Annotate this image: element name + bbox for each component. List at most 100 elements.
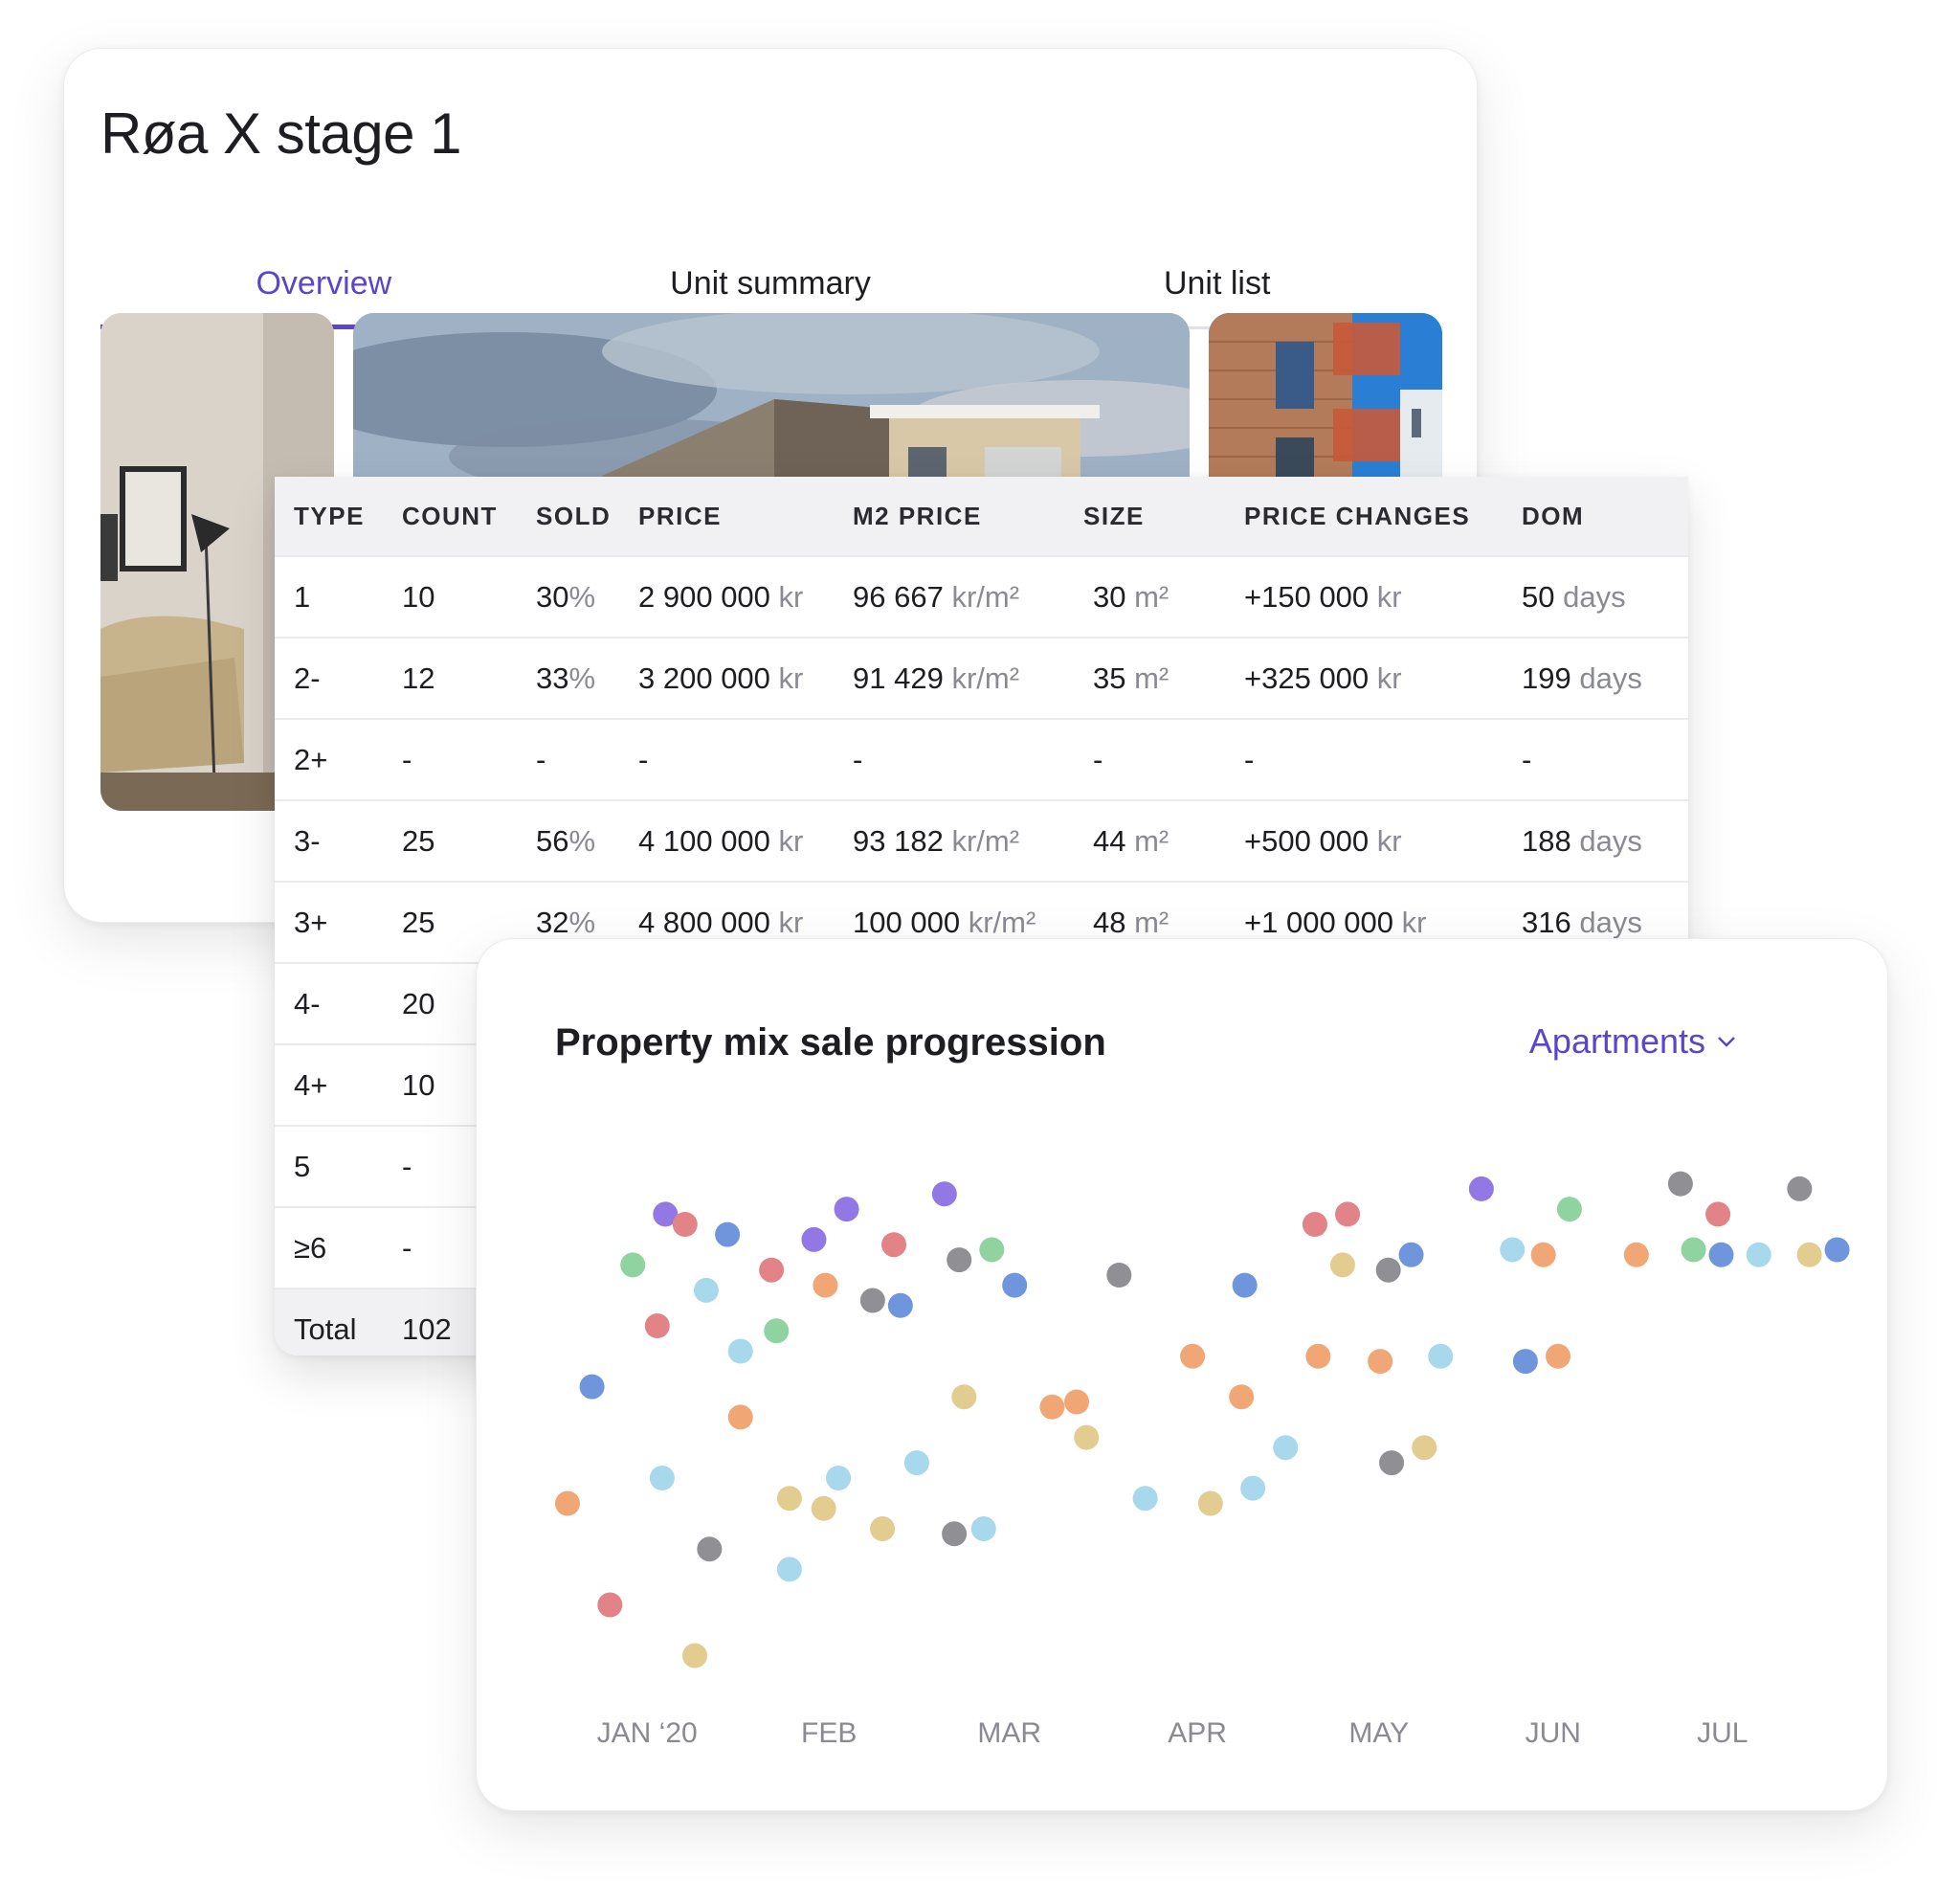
data-point[interactable] [1329, 1252, 1355, 1278]
data-point[interactable] [649, 1466, 675, 1490]
cell-price: 3 200 000 kr [638, 661, 803, 696]
table-row[interactable]: 2+ - - - - - - - [275, 718, 1688, 799]
project-title: Røa X stage 1 [100, 101, 462, 166]
data-point[interactable] [1428, 1343, 1454, 1369]
table-row[interactable]: 1 10 30% 2 900 000 kr 96 667 kr/m² 30 m²… [275, 555, 1688, 637]
data-point[interactable] [947, 1247, 972, 1273]
x-axis-tick: JAN ‘20 [597, 1717, 698, 1749]
data-point[interactable] [764, 1318, 790, 1344]
cell-count: 20 [402, 986, 435, 1020]
property-type-dropdown[interactable]: Apartments [1529, 1021, 1736, 1062]
data-point[interactable] [979, 1237, 1005, 1263]
data-point[interactable] [727, 1338, 753, 1364]
data-point[interactable] [1302, 1212, 1327, 1237]
data-point[interactable] [1039, 1394, 1065, 1420]
data-point[interactable] [826, 1466, 852, 1490]
data-point[interactable] [1468, 1176, 1494, 1201]
tab-unit-list[interactable]: Unit list [993, 219, 1440, 326]
data-point[interactable] [1375, 1257, 1401, 1283]
th-sold[interactable]: SOLD [536, 502, 611, 531]
data-point[interactable] [693, 1277, 719, 1303]
data-point[interactable] [1106, 1263, 1132, 1288]
data-point[interactable] [672, 1212, 698, 1237]
data-point[interactable] [1064, 1389, 1089, 1415]
data-point[interactable] [1379, 1450, 1405, 1476]
unit: kr/m² [951, 579, 1020, 614]
cell-count: - [402, 1149, 412, 1183]
data-point[interactable] [682, 1643, 707, 1669]
data-point[interactable] [1197, 1490, 1223, 1516]
data-point[interactable] [1746, 1242, 1771, 1267]
data-point[interactable] [1240, 1475, 1266, 1501]
data-point[interactable] [715, 1221, 741, 1247]
data-point[interactable] [1623, 1242, 1649, 1267]
data-point[interactable] [776, 1486, 802, 1512]
th-count[interactable]: COUNT [402, 502, 498, 531]
data-point[interactable] [579, 1374, 605, 1400]
data-point[interactable] [811, 1495, 836, 1521]
th-dom[interactable]: DOM [1522, 502, 1584, 531]
cell-count: 25 [402, 905, 435, 939]
data-point[interactable] [1132, 1486, 1158, 1512]
cell-size: 48 m² [1093, 906, 1169, 940]
data-point[interactable] [1398, 1242, 1424, 1267]
data-point[interactable] [801, 1226, 827, 1252]
data-point[interactable] [1530, 1242, 1556, 1267]
data-point[interactable] [881, 1232, 907, 1258]
data-point[interactable] [1305, 1343, 1331, 1369]
tab-unit-summary[interactable]: Unit summary [547, 219, 994, 326]
data-point[interactable] [597, 1592, 623, 1618]
data-point[interactable] [1412, 1435, 1437, 1461]
th-type[interactable]: TYPE [294, 502, 365, 531]
table-row[interactable]: 3- 25 56% 4 100 000 kr 93 182 kr/m² 44 m… [275, 799, 1688, 881]
th-size[interactable]: SIZE [1083, 502, 1145, 531]
data-point[interactable] [727, 1404, 753, 1430]
data-point[interactable] [870, 1516, 896, 1541]
data-point[interactable] [1512, 1349, 1538, 1375]
data-point[interactable] [813, 1272, 838, 1298]
data-point[interactable] [1705, 1201, 1731, 1227]
unit: kr/m² [951, 823, 1020, 858]
data-point[interactable] [555, 1490, 580, 1516]
data-point[interactable] [1787, 1176, 1813, 1201]
th-m2-price[interactable]: M2 PRICE [853, 502, 982, 531]
data-point[interactable] [970, 1516, 996, 1541]
th-price-changes[interactable]: PRICE CHANGES [1244, 502, 1470, 531]
th-price[interactable]: PRICE [638, 502, 722, 531]
data-point[interactable] [1681, 1237, 1706, 1263]
data-point[interactable] [942, 1521, 968, 1547]
data-point[interactable] [697, 1536, 723, 1562]
data-point[interactable] [1824, 1237, 1850, 1263]
data-point[interactable] [1708, 1242, 1734, 1267]
data-point[interactable] [1002, 1272, 1028, 1298]
value: 33 [536, 661, 569, 695]
x-axis-tick: MAR [977, 1717, 1041, 1749]
data-point[interactable] [1368, 1349, 1393, 1375]
data-point[interactable] [759, 1257, 785, 1283]
table-row[interactable]: 2- 12 33% 3 200 000 kr 91 429 kr/m² 35 m… [275, 637, 1688, 718]
data-point[interactable] [1229, 1384, 1255, 1410]
data-point[interactable] [834, 1197, 859, 1222]
data-point[interactable] [1546, 1343, 1571, 1369]
data-point[interactable] [644, 1313, 670, 1338]
data-point[interactable] [1667, 1171, 1693, 1197]
data-point[interactable] [1074, 1424, 1100, 1450]
data-point[interactable] [859, 1288, 885, 1313]
data-point[interactable] [1796, 1242, 1822, 1267]
data-point[interactable] [1335, 1201, 1361, 1227]
data-point[interactable] [1500, 1237, 1526, 1263]
data-point[interactable] [903, 1450, 929, 1476]
unit: % [568, 905, 596, 939]
tab-overview[interactable]: Overview [100, 219, 547, 329]
data-point[interactable] [776, 1557, 802, 1582]
data-point[interactable] [1273, 1435, 1299, 1461]
data-point[interactable] [1232, 1272, 1258, 1298]
data-point[interactable] [887, 1292, 913, 1318]
data-point[interactable] [620, 1252, 646, 1278]
cell-price-change: +1 000 000 kr [1244, 906, 1426, 940]
cell-price-change: +325 000 kr [1244, 661, 1402, 696]
data-point[interactable] [931, 1181, 957, 1207]
data-point[interactable] [951, 1384, 977, 1410]
data-point[interactable] [1556, 1197, 1582, 1222]
data-point[interactable] [1180, 1343, 1206, 1369]
